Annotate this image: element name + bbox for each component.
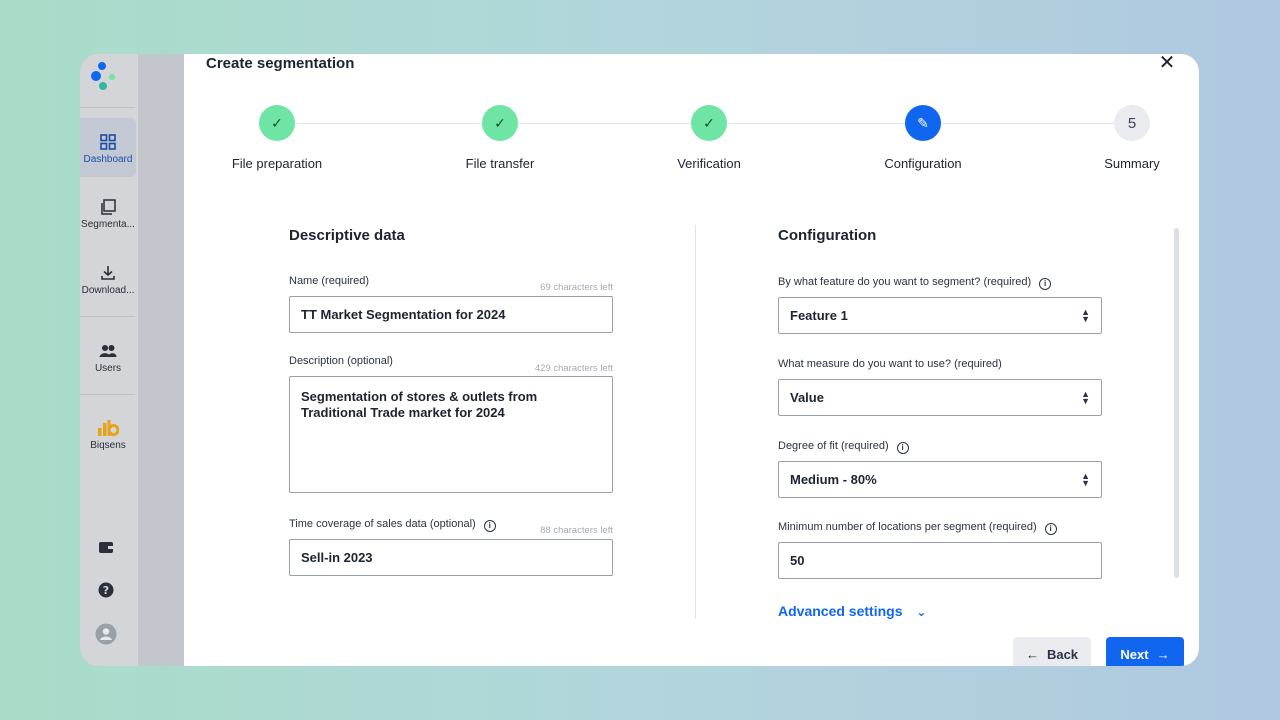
arrow-left-icon: ← xyxy=(1025,646,1039,662)
measure-value: Value xyxy=(790,390,824,405)
time-coverage-value: Sell-in 2023 xyxy=(301,550,373,565)
step-number: 5 xyxy=(1114,105,1150,141)
sidebar-item-label: Biqsens xyxy=(90,440,126,451)
grid-icon xyxy=(100,134,116,150)
sidebar-item-label: Download... xyxy=(81,285,135,296)
advanced-settings-label: Advanced settings xyxy=(778,603,903,619)
overlay-backdrop xyxy=(139,54,184,666)
back-label: Back xyxy=(1046,646,1079,662)
next-button[interactable]: Next → xyxy=(1106,637,1184,666)
step-label: File transfer xyxy=(465,156,535,171)
min-locations-label: Minimum number of locations per segment … xyxy=(778,521,1057,535)
info-icon[interactable]: i xyxy=(1044,523,1057,535)
pencil-icon: ✎ xyxy=(905,105,941,141)
description-textarea[interactable]: Segmentation of stores & outlets from Tr… xyxy=(289,376,613,493)
fit-select[interactable]: Medium - 80% ▲ ▼ xyxy=(778,461,1102,498)
feature-label: By what feature do you want to segment? … xyxy=(778,276,1052,290)
min-locations-input[interactable]: 50 xyxy=(778,542,1102,579)
download-icon xyxy=(101,266,115,280)
measure-select[interactable]: Value ▲ ▼ xyxy=(778,379,1102,416)
sidebar-item-dashboard[interactable]: Dashboard xyxy=(80,118,136,177)
step-file-transfer: ✓ File transfer xyxy=(430,105,570,171)
app-logo-icon[interactable] xyxy=(90,60,120,94)
sidebar-item-label: Dashboard xyxy=(83,154,133,165)
step-file-preparation: ✓ File preparation xyxy=(207,105,347,171)
next-label: Next xyxy=(1120,646,1149,662)
step-label: Configuration xyxy=(884,156,962,171)
info-icon[interactable]: i xyxy=(1039,278,1052,290)
sidebar-item-downloads[interactable]: Download... xyxy=(80,264,136,296)
step-configuration: ✎ Configuration xyxy=(853,105,993,171)
check-icon: ✓ xyxy=(482,105,518,141)
name-label: Name (required) xyxy=(289,275,370,287)
time-coverage-input[interactable]: Sell-in 2023 xyxy=(289,539,613,576)
step-label: Verification xyxy=(677,156,741,171)
biqsens-logo-icon xyxy=(98,420,119,436)
measure-label: What measure do you want to use? (requir… xyxy=(778,358,1002,370)
description-value: Segmentation of stores & outlets from Tr… xyxy=(301,389,538,420)
app-window: Dashboard Segmenta... Download... Users … xyxy=(80,54,1199,666)
descriptive-data-heading: Descriptive data xyxy=(289,227,405,244)
sidebar-item-segmentations[interactable]: Segmenta... xyxy=(80,198,136,230)
chevron-down-icon: ⌄ xyxy=(916,605,927,619)
fit-label: Degree of fit (required) i xyxy=(778,440,909,454)
fit-value: Medium - 80% xyxy=(790,472,877,487)
step-summary: 5 Summary xyxy=(1062,105,1199,171)
sidebar-divider xyxy=(80,394,135,395)
name-char-count: 69 characters left xyxy=(540,282,613,293)
time-coverage-label-text: Time coverage of sales data (optional) xyxy=(289,518,476,530)
name-value: TT Market Segmentation for 2024 xyxy=(301,307,506,322)
sidebar-item-label: Segmenta... xyxy=(81,219,135,230)
configuration-heading: Configuration xyxy=(778,227,877,244)
step-label: File preparation xyxy=(231,156,323,171)
advanced-settings-toggle[interactable]: Advanced settings ⌄ xyxy=(778,603,926,619)
check-icon: ✓ xyxy=(691,105,727,141)
description-label: Description (optional) xyxy=(289,355,393,367)
sidebar-item-biqsens[interactable]: Biqsens xyxy=(80,419,136,451)
back-button[interactable]: ← Back xyxy=(1013,637,1091,666)
arrow-right-icon: → xyxy=(1156,646,1170,662)
check-icon: ✓ xyxy=(259,105,295,141)
profile-icon[interactable] xyxy=(95,623,117,645)
chevron-updown-icon: ▲ ▼ xyxy=(1081,470,1090,488)
name-input[interactable]: TT Market Segmentation for 2024 xyxy=(289,296,613,333)
fit-label-text: Degree of fit (required) xyxy=(778,440,889,452)
time-coverage-label: Time coverage of sales data (optional) i xyxy=(289,518,496,532)
help-icon[interactable]: ? xyxy=(97,581,115,599)
copy-icon xyxy=(101,199,116,215)
sidebar-item-label: Users xyxy=(94,363,122,374)
create-segmentation-modal: Create segmentation ✕ ✓ File preparation… xyxy=(184,54,1199,666)
chevron-updown-icon: ▲ ▼ xyxy=(1081,388,1090,406)
step-label: Summary xyxy=(1104,156,1160,171)
min-locations-value: 50 xyxy=(790,553,805,568)
sidebar-divider xyxy=(80,107,135,108)
column-divider xyxy=(695,225,696,619)
wallet-icon[interactable] xyxy=(97,538,115,556)
close-button[interactable]: ✕ xyxy=(1157,54,1177,74)
feature-label-text: By what feature do you want to segment? … xyxy=(778,276,1032,288)
feature-select[interactable]: Feature 1 ▲ ▼ xyxy=(778,297,1102,334)
sidebar-item-users[interactable]: Users xyxy=(80,342,136,374)
info-icon[interactable]: i xyxy=(896,442,909,454)
time-coverage-char-count: 88 characters left xyxy=(540,525,613,536)
feature-value: Feature 1 xyxy=(790,308,848,323)
description-char-count: 429 characters left xyxy=(534,363,613,374)
step-verification: ✓ Verification xyxy=(639,105,779,171)
users-icon xyxy=(99,345,117,357)
svg-text:?: ? xyxy=(103,584,109,597)
scrollbar[interactable] xyxy=(1174,228,1179,578)
sidebar-divider xyxy=(80,316,135,317)
close-icon: ✕ xyxy=(1158,54,1176,74)
sidebar: Dashboard Segmenta... Download... Users … xyxy=(80,54,139,666)
modal-title: Create segmentation xyxy=(206,55,355,72)
min-locations-label-text: Minimum number of locations per segment … xyxy=(778,521,1037,533)
chevron-updown-icon: ▲ ▼ xyxy=(1081,306,1090,324)
